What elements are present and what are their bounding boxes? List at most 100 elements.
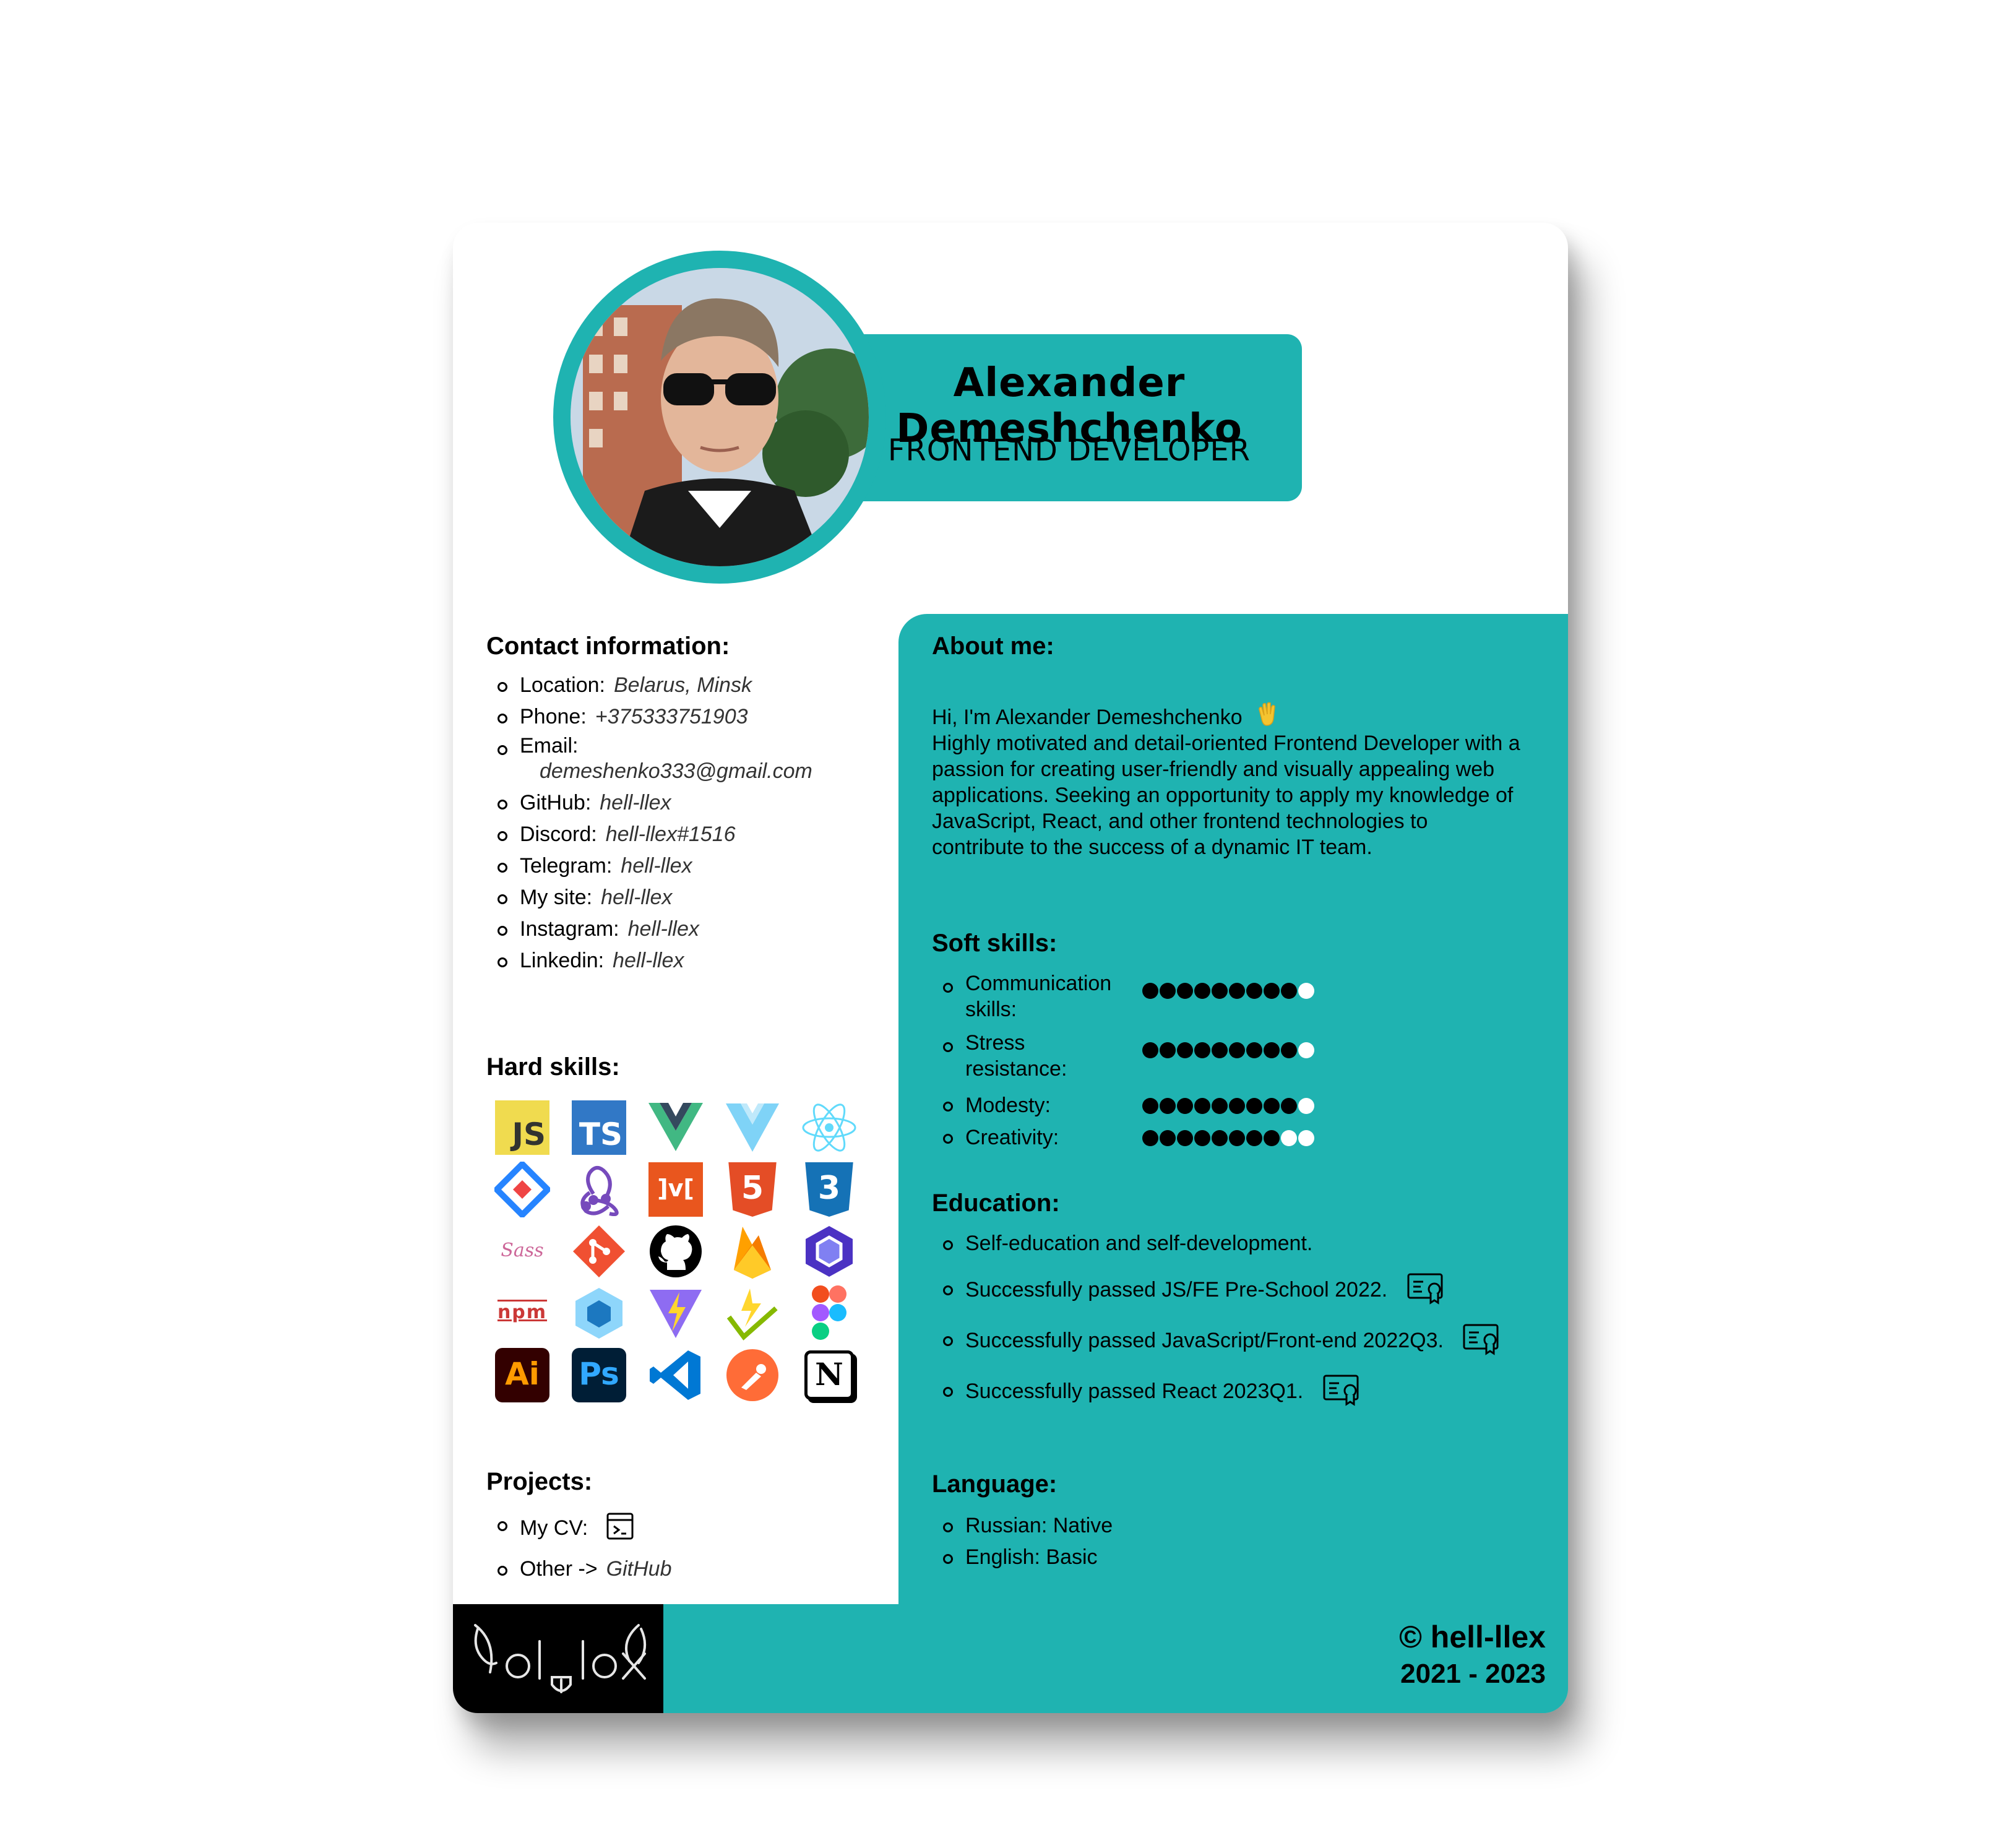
skill-level-dots <box>1142 983 1316 1012</box>
job-title: FRONTEND DEVELOPER <box>887 433 1251 468</box>
soft-skill-item: Creativity: <box>932 1121 1489 1154</box>
contact-telegram: Telegram: hell-llex <box>486 850 882 882</box>
profile-photo-frame <box>553 251 886 584</box>
hell-llex-logo <box>453 1604 663 1713</box>
sass-icon: Sass <box>494 1223 551 1280</box>
profile-photo <box>571 268 869 566</box>
skill-dot <box>1281 1130 1297 1146</box>
vscode-icon <box>647 1347 704 1404</box>
right-column: About me: Hi, I'm Alexander Demeshchenko… <box>898 614 1568 1713</box>
photoshop-icon-label: Ps <box>572 1348 626 1402</box>
skill-dot <box>1281 983 1297 999</box>
skill-dot <box>1229 1098 1245 1114</box>
education-item: Successfully passed JS/FE Pre-School 202… <box>932 1273 1551 1324</box>
certificate-icon[interactable] <box>1407 1273 1448 1315</box>
html5-icon: 5 <box>724 1161 781 1218</box>
skill-dot <box>1142 1042 1158 1058</box>
react-icon <box>801 1099 858 1156</box>
css3-icon-label: 3 <box>805 1162 853 1217</box>
notion-icon-label: N <box>804 1350 854 1400</box>
redux-icon <box>571 1161 627 1218</box>
projects-heading: Projects: <box>486 1468 593 1495</box>
language-item: English: Basic <box>932 1542 1113 1573</box>
about-heading: About me: <box>932 633 1054 660</box>
npm-icon-label: npm <box>497 1301 548 1323</box>
sass-icon-label: Sass <box>501 1239 544 1261</box>
skill-dot <box>1229 983 1245 999</box>
mvc-icon: ]v[ <box>647 1161 704 1218</box>
vite-bolt-icon <box>647 1285 704 1342</box>
vue-icon <box>647 1099 704 1156</box>
language-list: Russian: Native English: Basic <box>932 1510 1113 1573</box>
skill-dot <box>1246 1130 1262 1146</box>
contact-phone: Phone: +375333751903 <box>486 701 882 733</box>
skill-dot <box>1298 1130 1314 1146</box>
skill-dot <box>1160 983 1176 999</box>
javascript-icon-label: JS <box>495 1100 549 1155</box>
education-list: Self-education and self-development. Suc… <box>932 1228 1551 1425</box>
skill-level-dots <box>1142 1042 1316 1071</box>
skill-dot <box>1160 1130 1176 1146</box>
skill-dot <box>1177 1042 1193 1058</box>
skill-dot <box>1142 1098 1158 1114</box>
projects-list: My CV: Other -> GitHub <box>486 1509 672 1585</box>
education-item: Self-education and self-development. <box>932 1228 1551 1273</box>
webpack-icon <box>571 1285 627 1342</box>
certificate-icon[interactable] <box>1463 1324 1504 1365</box>
skill-dot <box>1246 1042 1262 1058</box>
firebase-icon <box>724 1223 781 1280</box>
npm-icon: npm <box>494 1285 551 1342</box>
contact-site: My site: hell-llex <box>486 882 882 913</box>
hard-skills-heading: Hard skills: <box>486 1053 620 1081</box>
education-item: Successfully passed JavaScript/Front-end… <box>932 1324 1551 1375</box>
skill-dot <box>1212 1098 1228 1114</box>
illustrator-icon-label: Ai <box>495 1348 549 1402</box>
javascript-icon: JS <box>494 1099 551 1156</box>
cv-card: Alexander Demeshchenko FRONTEND DEVELOPE… <box>453 223 1568 1713</box>
typescript-icon: TS <box>571 1099 627 1156</box>
soft-skills-heading: Soft skills: <box>932 930 1058 957</box>
skill-dot <box>1194 983 1210 999</box>
eslint-icon <box>801 1223 858 1280</box>
copyright-years: 2021 - 2023 <box>1400 1659 1546 1689</box>
typescript-icon-label: TS <box>572 1100 626 1155</box>
jira-icon <box>494 1161 551 1218</box>
skill-dot <box>1160 1042 1176 1058</box>
language-item: Russian: Native <box>932 1510 1113 1542</box>
copyright: © hell-llex <box>1399 1620 1546 1654</box>
skill-dot <box>1281 1098 1297 1114</box>
skill-dot <box>1264 1098 1280 1114</box>
skill-dot <box>1246 1098 1262 1114</box>
soft-skills-list: Communication skills: Stress resistance:… <box>932 970 1489 1154</box>
postman-icon <box>724 1347 781 1404</box>
skill-dot <box>1142 983 1158 999</box>
skill-dot <box>1194 1042 1210 1058</box>
mvc-icon-label: ]v[ <box>648 1162 703 1217</box>
skill-dot <box>1264 1130 1280 1146</box>
figma-icon <box>801 1285 858 1342</box>
html5-icon-label: 5 <box>728 1162 777 1217</box>
contact-heading: Contact information: <box>486 633 730 660</box>
contact-discord: Discord: hell-llex#1516 <box>486 819 882 850</box>
about-text: Hi, I'm Alexander Demeshchenko Highly mo… <box>932 701 1526 860</box>
about-greeting: Hi, I'm Alexander Demeshchenko <box>932 706 1243 729</box>
photoshop-icon: Ps <box>571 1347 627 1404</box>
soft-skill-item: Stress resistance: <box>932 1030 1489 1089</box>
open-project-icon[interactable] <box>605 1511 635 1553</box>
contact-location: Location: Belarus, Minsk <box>486 670 882 701</box>
skill-dot <box>1264 983 1280 999</box>
contact-email: Email: demeshenko333@gmail.com <box>486 733 882 787</box>
education-item: Successfully passed React 2023Q1. <box>932 1375 1551 1425</box>
about-body: Highly motivated and detail-oriented Fro… <box>932 732 1520 859</box>
skill-dot <box>1298 1042 1314 1058</box>
skill-dot <box>1194 1130 1210 1146</box>
footer-bar: © hell-llex 2021 - 2023 <box>663 1604 1568 1713</box>
certificate-icon[interactable] <box>1323 1375 1364 1416</box>
skill-level-dots <box>1142 1130 1316 1162</box>
skill-dot <box>1177 983 1193 999</box>
soft-skill-item: Modesty: <box>932 1089 1489 1121</box>
skill-dot <box>1229 1130 1245 1146</box>
skill-dot <box>1281 1042 1297 1058</box>
skill-dot <box>1246 983 1262 999</box>
notion-icon: N <box>801 1347 858 1404</box>
